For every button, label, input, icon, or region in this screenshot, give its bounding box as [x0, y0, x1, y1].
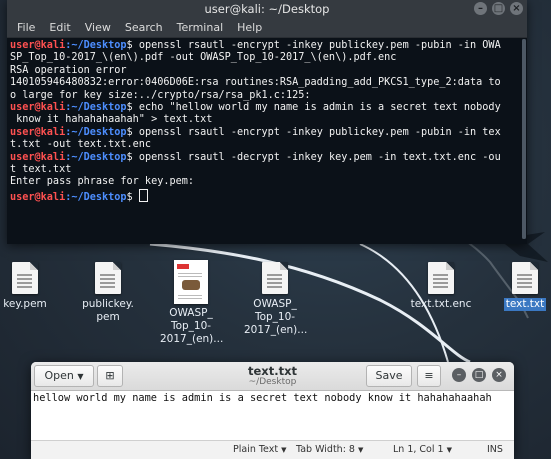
prompt-user: user@kali — [10, 151, 66, 163]
desktop-icon-label: text.txt.enc — [410, 298, 472, 310]
cursor-position[interactable]: Ln 1, Col 1 ▼ — [393, 441, 452, 459]
prompt-path: :~/Desktop — [65, 101, 127, 113]
editor-text-area[interactable]: hellow world my name is admin is a secre… — [31, 391, 514, 439]
menu-file[interactable]: File — [17, 18, 35, 37]
terminal-line-text: RSA operation error — [10, 64, 127, 76]
prompt-path: :~/Desktop — [65, 40, 127, 51]
text-file-icon — [512, 262, 538, 294]
prompt-user: user@kali — [10, 126, 66, 138]
menu-icon: ≡ — [424, 369, 434, 382]
terminal-line: user@kali:~/Desktop$ openssl rsautl -enc… — [10, 40, 527, 52]
terminal-line: t text.txt — [10, 164, 527, 176]
terminal-line-text: o large for key size:../crypto/rsa/rsa_p… — [10, 89, 311, 101]
terminal-window[interactable]: user@kali: ~/Desktop – □ × File Edit Vie… — [7, 0, 527, 244]
maximize-icon[interactable]: □ — [472, 368, 486, 382]
terminal-line-text: openssl rsautl -encrypt -inkey publickey… — [138, 126, 501, 138]
terminal-line-text: know it hahahahaahah" > text.txt — [10, 114, 213, 126]
prompt-symbol: $ — [126, 126, 139, 138]
terminal-line-text: SP_Top_10-2017_\(en\).pdf -out OWASP_Top… — [10, 52, 397, 64]
menu-help[interactable]: Help — [237, 18, 262, 37]
desktop-icon-publickey-pem[interactable]: publickey. pem — [77, 262, 139, 324]
menu-search[interactable]: Search — [125, 18, 163, 37]
editor-statusbar: Plain Text ▼ Tab Width: 8 ▼ Ln 1, Col 1 … — [31, 440, 514, 459]
file-icon — [428, 262, 454, 294]
prompt-user: user@kali — [10, 101, 66, 113]
desktop-icon-label: OWASP_ Top_10- 2017_(en)... — [160, 307, 224, 345]
prompt-path: :~/Desktop — [65, 126, 127, 138]
maximize-icon[interactable]: □ — [492, 2, 505, 15]
save-button-label: Save — [375, 369, 403, 382]
tab-width-selector[interactable]: Tab Width: 8 ▼ — [296, 441, 363, 459]
terminal-line: know it hahahahaahah" > text.txt — [10, 114, 527, 126]
hamburger-menu-button[interactable]: ≡ — [417, 365, 441, 387]
scrollbar-thumb[interactable] — [522, 39, 526, 239]
menu-terminal[interactable]: Terminal — [177, 18, 224, 37]
terminal-menubar: File Edit View Search Terminal Help — [7, 18, 527, 38]
prompt-path: :~/Desktop — [65, 151, 127, 163]
terminal-line-text: openssl rsautl -encrypt -inkey publickey… — [138, 40, 501, 51]
desktop-icon-owasp-pdf[interactable]: OWASP_ Top_10- 2017_(en)... — [160, 260, 224, 346]
terminal-line: user@kali:~/Desktop$ openssl rsautl -dec… — [10, 152, 527, 164]
terminal-line-text: Enter pass phrase for key.pem: — [10, 176, 195, 188]
minimize-icon[interactable]: – — [452, 368, 466, 382]
desktop-icon-label: OWASP_ Top_10- 2017_(en)... — [244, 298, 308, 336]
terminal-line: o large for key size:../crypto/rsa/rsa_p… — [10, 90, 527, 102]
close-icon[interactable]: × — [492, 368, 506, 382]
prompt-path: :~/Desktop — [65, 191, 127, 203]
document-title: text.txt — [248, 364, 297, 378]
terminal-titlebar[interactable]: user@kali: ~/Desktop – □ × — [7, 0, 527, 18]
chevron-down-icon: ▼ — [446, 446, 452, 454]
save-button[interactable]: Save — [366, 365, 412, 387]
pdf-thumbnail-icon — [174, 260, 208, 304]
terminal-line: t.txt -out text.txt.enc — [10, 139, 527, 151]
prompt-user: user@kali — [10, 191, 66, 203]
editor-headerbar[interactable]: Open ▼ ⊞ text.txt ~/Desktop Save ≡ – □ × — [31, 362, 514, 391]
terminal-line: user@kali:~/Desktop$ echo "hellow world … — [10, 102, 527, 114]
chevron-down-icon: ▼ — [358, 446, 364, 454]
tab-width-label: Tab Width: 8 — [296, 444, 355, 455]
terminal-line: user@kali:~/Desktop$ — [10, 188, 527, 203]
prompt-symbol: $ — [126, 151, 139, 163]
menu-edit[interactable]: Edit — [49, 18, 70, 37]
terminal-scrollbar[interactable] — [522, 39, 526, 239]
terminal-line-text: echo "hellow world my name is admin is a… — [138, 101, 501, 113]
text-file-icon — [12, 262, 38, 294]
terminal-line: 140105946480832:error:0406D06E:rsa routi… — [10, 77, 527, 89]
text-file-icon — [95, 262, 121, 294]
terminal-line-text: t.txt -out text.txt.enc — [10, 139, 152, 151]
terminal-line-text: 140105946480832:error:0406D06E:rsa routi… — [10, 77, 501, 89]
terminal-line: SP_Top_10-2017_\(en\).pdf -out OWASP_Top… — [10, 52, 527, 64]
terminal-line-text: t text.txt — [10, 163, 72, 175]
desktop-icon-text-txt-enc[interactable]: text.txt.enc — [410, 262, 472, 311]
minimize-icon[interactable]: – — [474, 2, 487, 15]
terminal-line: RSA operation error — [10, 65, 527, 77]
file-icon — [262, 262, 288, 294]
terminal-line: Enter pass phrase for key.pem: — [10, 176, 527, 188]
prompt-user: user@kali — [10, 40, 66, 51]
document-path: ~/Desktop — [248, 377, 297, 387]
desktop-icon-key-pem[interactable]: key.pem — [0, 262, 56, 311]
language-label: Plain Text — [233, 444, 279, 455]
prompt-symbol: $ — [126, 191, 139, 203]
text-editor-window[interactable]: Open ▼ ⊞ text.txt ~/Desktop Save ≡ – □ ×… — [31, 362, 514, 459]
desktop-icon-owasp-pdf-enc[interactable]: OWASP_ Top_10- 2017_(en)... — [244, 262, 308, 337]
insert-mode: INS — [487, 444, 503, 455]
chevron-down-icon: ▼ — [281, 446, 287, 454]
desktop-icon-label: key.pem — [3, 298, 47, 310]
desktop-icon-label: text.txt — [503, 298, 547, 311]
language-selector[interactable]: Plain Text ▼ — [233, 441, 287, 459]
desktop-icon-label: publickey. pem — [82, 298, 134, 323]
desktop-icon-text-txt[interactable]: text.txt — [494, 262, 551, 311]
prompt-symbol: $ — [126, 101, 139, 113]
prompt-symbol: $ — [126, 40, 139, 51]
terminal-cursor — [138, 188, 148, 202]
window-controls: – □ × — [474, 0, 523, 15]
window-title: user@kali: ~/Desktop — [204, 2, 330, 16]
terminal-output[interactable]: user@kali:~/Desktop$ openssl rsautl -enc… — [7, 38, 527, 203]
menu-view[interactable]: View — [85, 18, 111, 37]
cursor-position-label: Ln 1, Col 1 — [393, 444, 444, 455]
close-icon[interactable]: × — [510, 2, 523, 15]
terminal-line: user@kali:~/Desktop$ openssl rsautl -enc… — [10, 127, 527, 139]
terminal-line-text: openssl rsautl -decrypt -inkey key.pem -… — [138, 151, 501, 163]
